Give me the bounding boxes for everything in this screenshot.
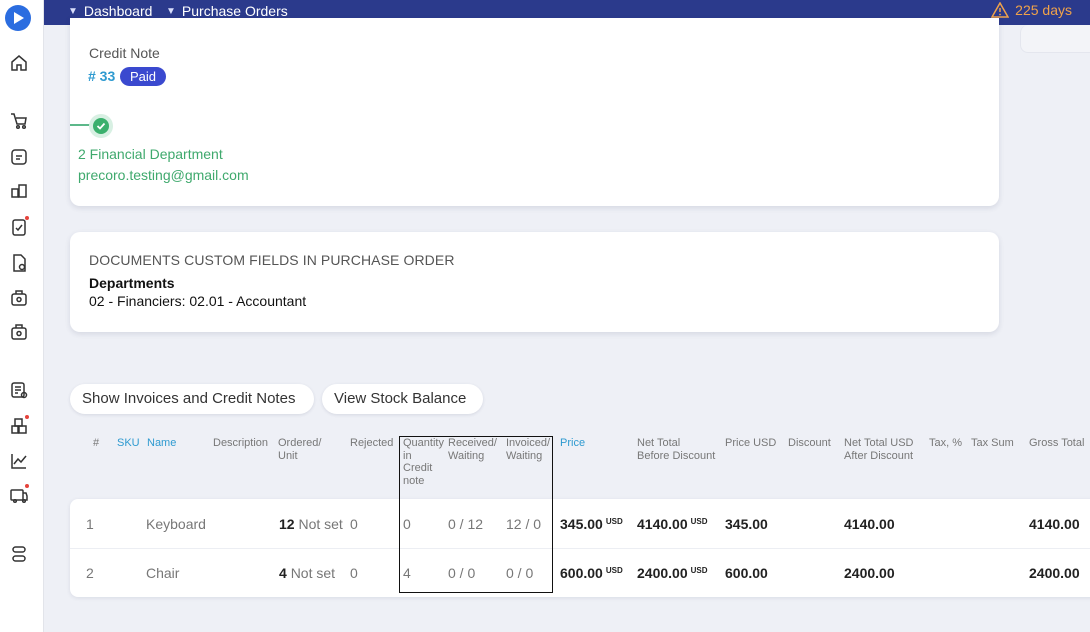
col-header-rejected: Rejected (350, 437, 394, 449)
col-header-price-usd: Price USD (725, 437, 777, 449)
precoro-logo-icon[interactable] (5, 5, 31, 31)
approval-line (70, 124, 90, 126)
approved-check-icon (89, 114, 113, 138)
invoices-icon[interactable] (9, 253, 29, 273)
requests-icon[interactable] (9, 147, 29, 167)
col-header-tax: Tax, % (929, 437, 963, 449)
price-cell: 345.00 USD (560, 516, 623, 532)
col-header-qty-credit: Quantity in Credit note (403, 437, 444, 487)
settings-icon[interactable] (9, 544, 29, 564)
col-header-received: Received/ Waiting (448, 437, 497, 462)
col-header-sku[interactable]: SKU (117, 437, 140, 450)
ordered-unit: Not set (290, 565, 336, 581)
net-before-cell: 2400.00 USD (637, 565, 708, 581)
row-number: 1 (86, 516, 94, 532)
custom-field-value: 02 - Financiers: 02.01 - Accountant (89, 293, 307, 309)
ordered-cell: 4 Not set (279, 565, 335, 581)
ordered-unit: Not set (298, 516, 343, 532)
trial-days: 225 days (1015, 2, 1072, 18)
currency-label: USD (690, 517, 708, 526)
net-before-cell: 4140.00 USD (637, 516, 708, 532)
purchase-cart-icon[interactable] (9, 111, 29, 131)
price-value: 600.00 (560, 565, 603, 581)
received-cell: 0 / 12 (448, 516, 484, 532)
breadcrumb-label: Dashboard (83, 3, 153, 19)
receipts-icon[interactable] (9, 288, 29, 308)
breadcrumb-dashboard[interactable]: ▼ Dashboard (68, 3, 152, 19)
qty-credit-cell: 4 (403, 565, 411, 581)
credit-note-link[interactable]: # 33 (88, 68, 115, 84)
approvals-icon[interactable] (9, 215, 30, 237)
gross-cell: 2400.00 (1029, 565, 1080, 581)
ordered-qty: 12 (279, 516, 295, 532)
invoiced-cell: 12 / 0 (506, 516, 542, 532)
price-cell: 600.00 USD (560, 565, 623, 581)
catalog-icon[interactable] (9, 181, 29, 201)
sidebar (0, 0, 44, 632)
col-header-name[interactable]: Name (147, 437, 176, 450)
budgets-icon[interactable] (9, 380, 29, 400)
notification-dot (24, 483, 30, 489)
chevron-down-icon: ▼ (68, 5, 78, 17)
trial-warning[interactable]: 225 days (991, 2, 1072, 18)
item-name[interactable]: Keyboard (146, 516, 206, 532)
warehouse-icon[interactable] (9, 483, 30, 505)
status-badge: Paid (120, 67, 167, 86)
currency-label: USD (690, 566, 708, 575)
home-icon[interactable] (9, 53, 29, 73)
received-cell: 0 / 0 (448, 565, 476, 581)
price-usd-cell: 600.00 (725, 565, 768, 581)
gross-cell: 4140.00 (1029, 516, 1080, 532)
currency-label: USD (605, 566, 623, 575)
col-header-tax-sum: Tax Sum (971, 437, 1014, 449)
side-panel (1020, 25, 1090, 53)
col-header-ordered: Ordered/ Unit (278, 437, 322, 462)
payments-icon[interactable] (9, 322, 29, 342)
custom-fields-title: DOCUMENTS CUSTOM FIELDS IN PURCHASE ORDE… (89, 252, 455, 268)
credit-note-label: Credit Note (89, 45, 160, 61)
col-header-gross: Gross Total (1029, 437, 1085, 449)
net-after-cell: 2400.00 (844, 565, 895, 581)
col-header-net-before: Net Total Before Discount (637, 437, 716, 462)
view-stock-balance-button[interactable]: View Stock Balance (322, 384, 483, 414)
warning-icon (991, 2, 1010, 18)
rejected-cell: 0 (350, 565, 358, 581)
currency-label: USD (605, 517, 623, 526)
show-invoices-button[interactable]: Show Invoices and Credit Notes (70, 384, 314, 414)
net-after-cell: 4140.00 (844, 516, 895, 532)
rejected-cell: 0 (350, 516, 358, 532)
notification-dot (24, 414, 30, 420)
custom-fields-card: DOCUMENTS CUSTOM FIELDS IN PURCHASE ORDE… (70, 232, 999, 332)
credit-note-card: Credit Note # 33 Paid 2 Financial Depart… (70, 18, 999, 206)
col-header-discount: Discount (788, 437, 831, 449)
col-header-invoiced: Invoiced/ Waiting (506, 437, 551, 462)
suppliers-icon[interactable] (9, 414, 30, 436)
analytics-icon[interactable] (9, 451, 29, 471)
row-number: 2 (86, 565, 94, 581)
custom-field-name: Departments (89, 275, 175, 291)
ordered-qty: 4 (279, 565, 287, 581)
col-header-description: Description (213, 437, 269, 449)
breadcrumb-label: Purchase Orders (181, 3, 288, 19)
qty-credit-cell: 0 (403, 516, 411, 532)
net-before-value: 4140.00 (637, 516, 688, 532)
col-header-price[interactable]: Price (560, 437, 585, 450)
price-value: 345.00 (560, 516, 603, 532)
approver-department: 2 Financial Department (78, 146, 223, 162)
breadcrumb-purchase-orders[interactable]: ▼ Purchase Orders (166, 3, 288, 19)
notification-dot (24, 215, 30, 221)
approver-email: precoro.testing@gmail.com (78, 167, 249, 183)
row-divider (70, 548, 1090, 549)
col-header-number: # (93, 437, 100, 449)
net-before-value: 2400.00 (637, 565, 688, 581)
item-name[interactable]: Chair (146, 565, 179, 581)
ordered-cell: 12 Not set (279, 516, 343, 532)
chevron-down-icon: ▼ (166, 5, 176, 17)
price-usd-cell: 345.00 (725, 516, 768, 532)
invoiced-cell: 0 / 0 (506, 565, 534, 581)
col-header-net-after: Net Total USD After Discount (844, 437, 914, 462)
